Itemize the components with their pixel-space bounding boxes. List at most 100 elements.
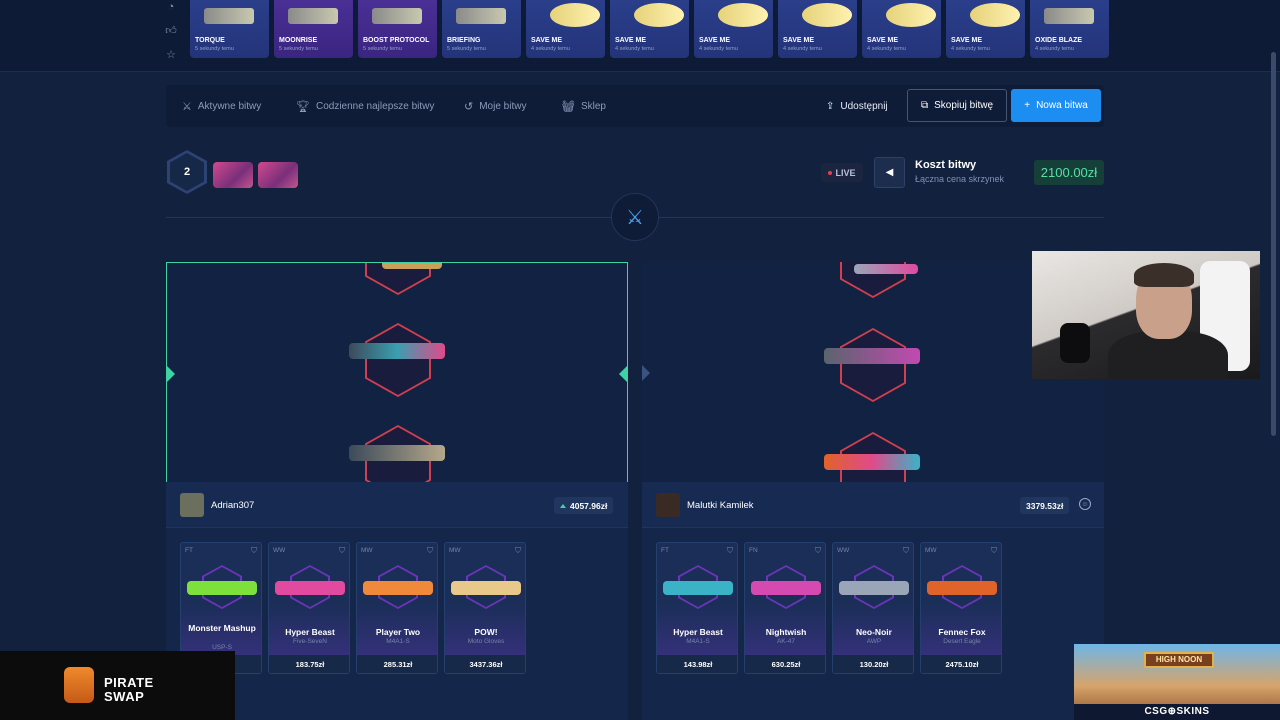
star-icon[interactable]: ☆: [164, 48, 178, 62]
streamer-hair: [1134, 263, 1194, 287]
battle-navbar: ⚔ Aktywne bitwy 🏆︎ Codzienne najlepsze b…: [166, 85, 1104, 127]
player-total-value-text: 3379.53zł: [1026, 500, 1064, 511]
shield-icon[interactable]: ⛉: [991, 546, 997, 556]
new-battle-button[interactable]: + Nowa bitwa: [1011, 89, 1101, 122]
item-price: 143.98zł: [657, 655, 737, 673]
item-image: [363, 581, 433, 595]
item-wear: WW: [837, 547, 850, 554]
item-type: M4A1-S: [386, 638, 410, 645]
won-item-card[interactable]: MW ⛉ POW! Moto Gloves 3437.36zł: [444, 542, 526, 674]
live-drops-bar: ◔ 👍︎ ☆ TORQUE 5 sekundy temu MOONRISE 5 sek…: [0, 0, 1280, 72]
nav-active-battles[interactable]: ⚔ Aktywne bitwy: [182, 85, 261, 127]
drop-item-name: SAVE ME: [699, 37, 730, 44]
drop-card[interactable]: BOOST PROTOCOL 5 sekundy temu: [358, 0, 437, 58]
player-name[interactable]: Adrian307: [211, 500, 254, 511]
item-name: Nightwish: [765, 627, 807, 637]
reel-pointer-right-icon: [619, 366, 627, 382]
avatar[interactable]: [656, 493, 680, 517]
item-name: Hyper Beast: [285, 627, 335, 637]
drop-time: 5 sekundy temu: [363, 46, 402, 52]
shield-icon[interactable]: ⛉: [815, 546, 821, 556]
arrow-up-icon: [560, 503, 566, 508]
player-name[interactable]: Malutki Kamilek: [687, 500, 754, 511]
won-item-card[interactable]: MW ⛉ Fennec Fox Desert Eagle 2475.10zł: [920, 542, 1002, 674]
drop-card[interactable]: SAVE ME 4 sekundy temu: [694, 0, 773, 58]
item-price: 630.25zł: [745, 655, 825, 673]
won-item-card[interactable]: FN ⛉ Nightwish AK-47 630.25zł: [744, 542, 826, 674]
drop-card[interactable]: SAVE ME 4 sekundy temu: [862, 0, 941, 58]
item-name: Player Two: [375, 627, 421, 637]
won-item-card[interactable]: WW ⛉ Neo-Noir AWP 130.20zł: [832, 542, 914, 674]
drop-item-image: [1044, 8, 1094, 24]
item-wear: MW: [361, 547, 373, 554]
shield-icon[interactable]: ⛉: [727, 546, 733, 556]
item-image: [663, 581, 733, 595]
nav-shop-label: Sklep: [580, 100, 606, 112]
page-scrollbar[interactable]: [1271, 52, 1276, 436]
item-wear: FT: [661, 547, 669, 554]
item-price: 285.31zł: [357, 655, 437, 673]
live-label: LIVE: [835, 167, 856, 178]
won-item-card[interactable]: FT ⛉ Hyper Beast M4A1-S 143.98zł: [656, 542, 738, 674]
drop-card[interactable]: SAVE ME 4 sekundy temu: [610, 0, 689, 58]
reel-pointer-left-icon: [167, 366, 175, 382]
nav-shop[interactable]: 🧺︎ Sklep: [561, 85, 606, 127]
emoji-reaction-icon[interactable]: ☺: [1079, 498, 1091, 510]
item-image: [451, 581, 521, 595]
drop-item-name: SAVE ME: [531, 37, 562, 44]
microphone: [1060, 323, 1090, 363]
drop-item-image: [456, 8, 506, 24]
drop-card[interactable]: BRIEFING 5 sekundy temu: [442, 0, 521, 58]
pirate-line-1: PIRATE: [104, 675, 154, 690]
shield-icon[interactable]: ⛉: [427, 546, 433, 556]
item-wear: MW: [449, 547, 461, 554]
reel-slot: [840, 328, 906, 402]
share-button[interactable]: ⇪ Udostępnij: [826, 85, 888, 127]
drop-time: 4 sekundy temu: [951, 46, 990, 52]
item-wear: FN: [749, 547, 758, 554]
shield-icon[interactable]: ⛉: [903, 546, 909, 556]
copy-battle-button[interactable]: ⧉ Skopiuj bitwę: [907, 89, 1007, 122]
item-image: [839, 581, 909, 595]
drop-item-name: BOOST PROTOCOL: [363, 37, 430, 44]
filter-all-icon[interactable]: ◔: [164, 0, 178, 14]
drop-item-name: SAVE ME: [615, 37, 646, 44]
drop-item-image: [204, 8, 254, 24]
drop-card[interactable]: SAVE ME 4 sekundy temu: [778, 0, 857, 58]
nav-daily-best[interactable]: 🏆︎ Codzienne najlepsze bitwy: [296, 85, 434, 127]
item-type: AWP: [866, 638, 882, 645]
share-label: Udostępnij: [840, 100, 888, 112]
player-total-value-text: 4057.96zł: [570, 500, 608, 511]
won-item-card[interactable]: WW ⛉ Hyper Beast Five-SeveN 183.75zł: [268, 542, 350, 674]
player-total-value: 4057.96zł: [554, 497, 614, 514]
shield-icon[interactable]: ⛉: [515, 546, 521, 556]
drop-time: 5 sekundy temu: [195, 46, 234, 52]
nav-daily-best-label: Codzienne najlepsze bitwy: [315, 100, 435, 112]
drop-card[interactable]: MOONRISE 5 sekundy temu: [274, 0, 353, 58]
drop-item-name: TORQUE: [195, 37, 225, 44]
round-counter-value: 2: [170, 153, 204, 191]
item-image: [927, 581, 997, 595]
drop-card[interactable]: SAVE ME 4 sekundy temu: [526, 0, 605, 58]
drop-card[interactable]: SAVE ME 4 sekundy temu: [946, 0, 1025, 58]
drop-card[interactable]: TORQUE 5 sekundy temu: [190, 0, 269, 58]
csgoskins-sponsor-banner: HIGH NOON CSG⊕SKINS: [1074, 644, 1280, 720]
item-wear: FT: [185, 547, 193, 554]
shield-icon[interactable]: ⛉: [339, 546, 345, 556]
streamer-webcam: [1032, 251, 1260, 379]
thumbs-up-icon[interactable]: 👍︎: [164, 24, 178, 38]
shield-icon[interactable]: ⛉: [251, 546, 257, 556]
drop-card[interactable]: OXIDE BLAZE 4 sekundy temu: [1030, 0, 1109, 58]
sound-toggle-button[interactable]: ◀: [874, 157, 905, 188]
player-header: Adrian307 4057.96zł: [166, 482, 628, 528]
avatar[interactable]: [180, 493, 204, 517]
item-wear: MW: [925, 547, 937, 554]
item-name: Neo-Noir: [856, 627, 892, 637]
won-item-card[interactable]: MW ⛉ Player Two M4A1-S 285.31zł: [356, 542, 438, 674]
nav-my-battles[interactable]: ↺ Moje bitwy: [464, 85, 526, 127]
item-price: 183.75zł: [269, 655, 349, 673]
basket-icon: 🧺︎: [561, 100, 575, 113]
item-price: 3437.36zł: [445, 655, 525, 673]
swords-icon: ⚔: [182, 100, 192, 113]
drop-time: 4 sekundy temu: [615, 46, 654, 52]
